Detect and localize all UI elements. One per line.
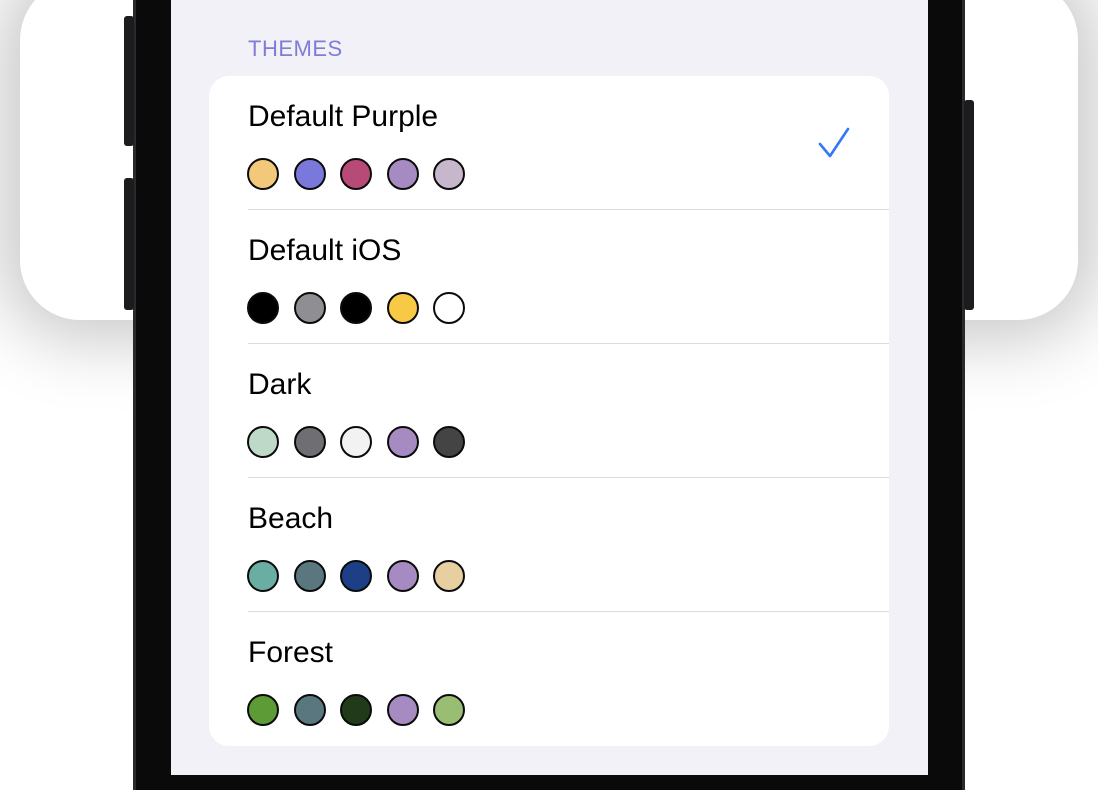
themes-list: Default Purple Default iOS Dark Beach Fo… bbox=[209, 76, 889, 746]
color-swatch bbox=[340, 158, 372, 190]
color-swatch bbox=[340, 560, 372, 592]
color-swatch bbox=[433, 426, 465, 458]
color-swatch bbox=[340, 292, 372, 324]
color-swatch bbox=[386, 292, 419, 324]
color-swatch bbox=[293, 426, 326, 458]
color-swatch bbox=[386, 426, 419, 458]
color-swatch bbox=[293, 560, 326, 592]
theme-name: Default Purple bbox=[248, 100, 439, 133]
color-swatch bbox=[293, 694, 326, 726]
color-swatch bbox=[247, 158, 279, 190]
color-swatches bbox=[247, 292, 480, 324]
section-header: THEMES bbox=[248, 36, 343, 61]
theme-row-forest[interactable]: Forest bbox=[209, 612, 889, 746]
theme-row-default-ios[interactable]: Default iOS bbox=[209, 210, 889, 344]
color-swatch bbox=[247, 426, 279, 458]
color-swatch bbox=[433, 694, 465, 726]
theme-name: Dark bbox=[248, 368, 312, 401]
settings-screen: THEMES Default Purple Default iOS Dark B… bbox=[171, 0, 928, 775]
theme-row-default-purple[interactable]: Default Purple bbox=[209, 76, 889, 210]
power-button bbox=[964, 100, 974, 310]
color-swatches bbox=[247, 158, 480, 190]
color-swatches bbox=[247, 426, 480, 458]
theme-row-beach[interactable]: Beach bbox=[209, 478, 889, 612]
color-swatch bbox=[340, 426, 372, 458]
color-swatch bbox=[293, 158, 326, 190]
checkmark-icon bbox=[818, 127, 850, 158]
volume-button bbox=[124, 178, 134, 310]
color-swatch bbox=[386, 158, 419, 190]
color-swatch bbox=[433, 560, 465, 592]
color-swatch bbox=[433, 292, 465, 324]
color-swatch bbox=[293, 292, 326, 324]
color-swatches bbox=[247, 560, 480, 592]
color-swatch bbox=[433, 158, 465, 190]
color-swatch bbox=[247, 694, 279, 726]
mute-switch bbox=[124, 16, 134, 146]
color-swatch bbox=[386, 560, 419, 592]
color-swatch bbox=[386, 694, 419, 726]
color-swatches bbox=[247, 694, 480, 726]
color-swatch bbox=[340, 694, 372, 726]
color-swatch bbox=[247, 560, 279, 592]
color-swatch bbox=[247, 292, 279, 324]
theme-name: Default iOS bbox=[248, 234, 402, 267]
theme-name: Forest bbox=[248, 636, 334, 669]
theme-row-dark[interactable]: Dark bbox=[209, 344, 889, 478]
theme-name: Beach bbox=[248, 502, 334, 535]
